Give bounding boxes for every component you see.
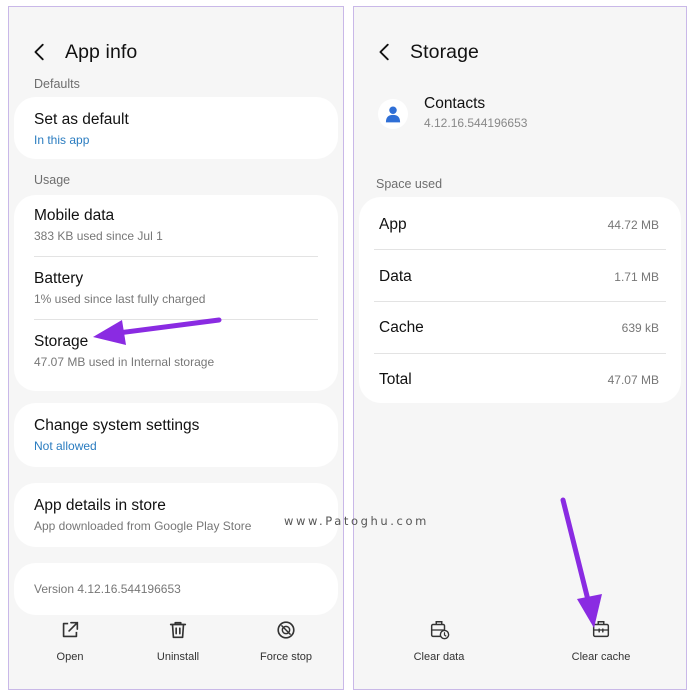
- app-version: 4.12.16.544196653: [424, 116, 528, 130]
- storage-row-cache: Cache 639 kB: [379, 312, 659, 344]
- app-details-item[interactable]: App details in store App downloaded from…: [34, 497, 318, 533]
- divider: [374, 249, 666, 250]
- row-value: 44.72 MB: [607, 218, 659, 232]
- version-text: Version 4.12.16.544196653: [34, 582, 181, 596]
- stop-icon: [277, 621, 295, 639]
- clear-data-button[interactable]: Clear data: [394, 619, 484, 665]
- divider: [374, 353, 666, 354]
- bottom-action-bar: Open Uninstall Force stop: [9, 619, 343, 679]
- change-system-settings-value: Not allowed: [34, 439, 97, 453]
- storage-screen: Storage Contacts 4.12.16.544196653 Space…: [353, 6, 687, 690]
- row-key: Total: [379, 371, 412, 388]
- storage-row-total: Total 47.07 MB: [379, 364, 659, 396]
- defaults-card: Set as default In this app: [14, 97, 338, 159]
- row-value: 639 kB: [621, 321, 659, 335]
- row-value: 1.71 MB: [614, 270, 659, 284]
- open-label: Open: [56, 651, 84, 663]
- section-label-defaults: Defaults: [34, 77, 80, 91]
- uninstall-label: Uninstall: [156, 651, 200, 663]
- clear-cache-label: Clear cache: [571, 651, 631, 663]
- set-as-default-value: In this app: [34, 133, 90, 147]
- mobile-data-title: Mobile data: [34, 207, 115, 224]
- page-title: App info: [65, 40, 138, 63]
- app-summary: Contacts 4.12.16.544196653: [378, 95, 527, 130]
- battery-sub: 1% used since last fully charged: [34, 292, 206, 306]
- usage-card: Mobile data 383 KB used since Jul 1 Batt…: [14, 195, 338, 391]
- set-as-default-title: Set as default: [34, 111, 129, 128]
- clear-data-label: Clear data: [413, 651, 465, 663]
- section-label-usage: Usage: [34, 173, 71, 187]
- storage-row-app: App 44.72 MB: [379, 209, 659, 241]
- row-key: App: [379, 216, 407, 233]
- clear-cache-button[interactable]: Clear cache: [556, 619, 646, 665]
- watermark: www.Patoghu.com: [284, 514, 429, 528]
- row-key: Cache: [379, 319, 424, 336]
- bottom-action-bar: Clear data Clear cache: [354, 619, 686, 679]
- trash-icon: [169, 621, 187, 639]
- set-as-default-item[interactable]: Set as default In this app: [34, 111, 318, 147]
- clear-cache-icon: [592, 621, 610, 638]
- force-stop-label: Force stop: [260, 651, 312, 663]
- uninstall-button[interactable]: Uninstall: [133, 619, 223, 665]
- open-button[interactable]: Open: [25, 619, 115, 665]
- app-info-header: App info: [29, 37, 137, 67]
- storage-item[interactable]: Storage 47.07 MB used in Internal storag…: [34, 333, 318, 369]
- storage-header: Storage: [374, 37, 479, 67]
- back-icon[interactable]: [374, 41, 396, 63]
- divider: [374, 301, 666, 302]
- section-label-space-used: Space used: [376, 177, 443, 191]
- change-system-settings-item[interactable]: Change system settings Not allowed: [34, 417, 318, 453]
- version-card: Version 4.12.16.544196653: [14, 563, 338, 615]
- divider: [34, 319, 318, 320]
- open-icon: [62, 621, 79, 638]
- contacts-app-icon: [378, 99, 408, 129]
- row-key: Data: [379, 268, 412, 285]
- person-icon: [385, 106, 401, 123]
- divider: [34, 256, 318, 257]
- battery-item[interactable]: Battery 1% used since last fully charged: [34, 270, 318, 306]
- mobile-data-sub: 383 KB used since Jul 1: [34, 229, 163, 243]
- storage-row-data: Data 1.71 MB: [379, 261, 659, 293]
- system-settings-card: Change system settings Not allowed: [14, 403, 338, 467]
- change-system-settings-title: Change system settings: [34, 417, 200, 434]
- storage-title: Storage: [34, 333, 89, 350]
- app-info-screen: App info Defaults Set as default In this…: [8, 6, 344, 690]
- storage-sub: 47.07 MB used in Internal storage: [34, 355, 215, 369]
- row-value: 47.07 MB: [607, 373, 659, 387]
- mobile-data-item[interactable]: Mobile data 383 KB used since Jul 1: [34, 207, 318, 243]
- back-icon[interactable]: [29, 41, 51, 63]
- app-details-sub: App downloaded from Google Play Store: [34, 519, 252, 533]
- page-title: Storage: [410, 40, 479, 63]
- battery-title: Battery: [34, 270, 84, 287]
- force-stop-button[interactable]: Force stop: [241, 619, 331, 665]
- app-name: Contacts: [424, 95, 486, 112]
- storage-usage-card: App 44.72 MB Data 1.71 MB Cache 639 kB T…: [359, 197, 681, 403]
- app-details-title: App details in store: [34, 497, 166, 514]
- clear-data-icon: [430, 621, 450, 640]
